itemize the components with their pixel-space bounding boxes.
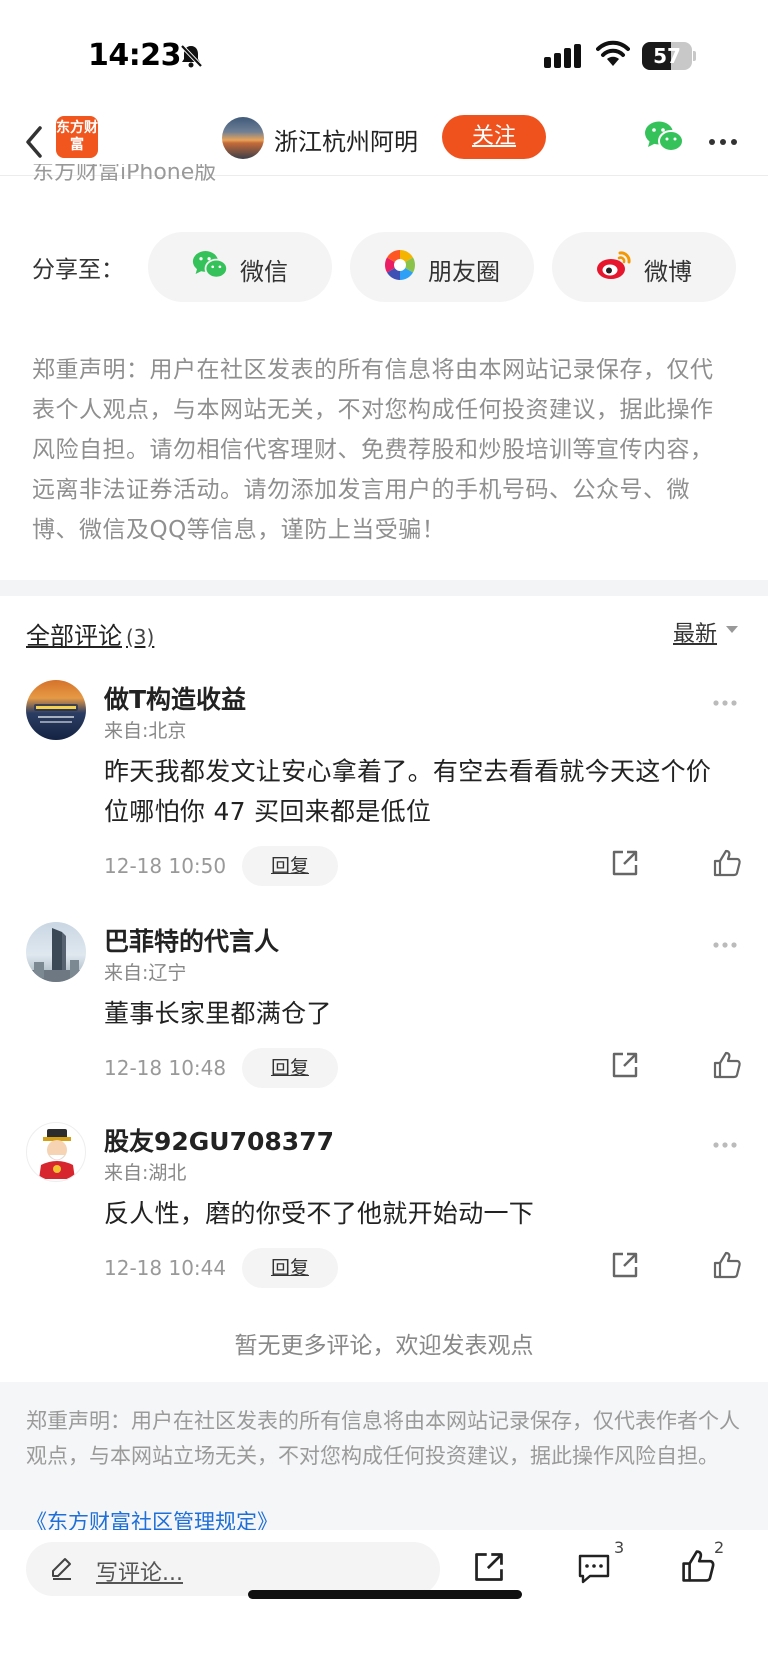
- author-avatar[interactable]: [222, 117, 264, 159]
- share-weibo-label: 微博: [644, 258, 692, 286]
- reply-button[interactable]: 回复: [242, 1248, 338, 1288]
- comment-icon[interactable]: [576, 1552, 612, 1590]
- comment-text: 昨天我都发文让安心拿着了。有空去看看就今天这个价位哪怕你 47 买回来都是低位: [104, 757, 712, 826]
- share-icon[interactable]: [610, 848, 640, 882]
- wifi-icon: [596, 40, 630, 72]
- app-logo[interactable]: 东方财富: [56, 116, 98, 158]
- commenter-location: 来自:辽宁: [104, 962, 187, 984]
- share-icon[interactable]: [610, 1050, 640, 1084]
- comment-time: 12-18 10:48: [104, 1056, 227, 1080]
- comment-time: 12-18 10:50: [104, 854, 227, 878]
- commenter-avatar[interactable]: [26, 680, 86, 740]
- follow-button[interactable]: 关注: [442, 115, 546, 159]
- more-options-icon[interactable]: [708, 132, 738, 151]
- disclaimer-bottom-text: 郑重声明：用户在社区发表的所有信息将由本网站记录保存，仅代表作者个人观点，与本网…: [26, 1409, 740, 1468]
- caret-down-icon[interactable]: [726, 626, 738, 633]
- reply-button[interactable]: 回复: [242, 846, 338, 886]
- commenter-location: 来自:北京: [104, 720, 187, 742]
- no-more-comments: 暂无更多评论，欢迎发表观点: [234, 1333, 534, 1359]
- status-time: 14:23: [88, 38, 182, 73]
- weibo-icon: [596, 249, 632, 285]
- source-text: 东方财富iPhone版: [32, 164, 217, 185]
- commenter-name[interactable]: 巴菲特的代言人: [104, 922, 279, 958]
- wechat-icon[interactable]: [644, 120, 684, 158]
- more-options-icon[interactable]: [712, 934, 738, 953]
- bell-muted-icon: [180, 44, 203, 72]
- share-moments-label: 朋友圈: [428, 258, 500, 286]
- section-divider: [0, 580, 768, 596]
- share-wechat-label: 微信: [240, 258, 288, 286]
- comments-title[interactable]: 全部评论 (3): [26, 616, 154, 651]
- disclaimer-text: 郑重声明：用户在社区发表的所有信息将由本网站记录保存，仅代表个人观点，与本网站无…: [32, 357, 714, 543]
- share-moments-button[interactable]: 朋友圈: [350, 232, 534, 302]
- commenter-name[interactable]: 做T构造收益: [104, 680, 246, 716]
- community-rules-link[interactable]: 《东方财富社区管理规定》: [26, 1508, 278, 1530]
- share-label: 分享至：: [32, 257, 124, 283]
- comment-count: 3: [614, 1538, 625, 1557]
- moments-icon: [384, 249, 416, 285]
- sort-dropdown[interactable]: 最新: [673, 616, 717, 648]
- like-icon[interactable]: [712, 1250, 742, 1284]
- commenter-name[interactable]: 股友92GU708377: [104, 1122, 334, 1158]
- share-icon[interactable]: [472, 1550, 506, 1588]
- battery-icon: 57: [642, 42, 696, 70]
- pencil-icon: [50, 1556, 74, 1584]
- status-bar: 14:23 57: [0, 0, 768, 108]
- comments-count: (3): [126, 625, 155, 649]
- signal-icon: [544, 44, 584, 72]
- comment-text: 董事长家里都满仓了: [104, 999, 332, 1028]
- share-icon[interactable]: [610, 1250, 640, 1284]
- like-count: 2: [714, 1538, 725, 1557]
- comments-title-label: 全部评论: [26, 622, 122, 650]
- home-indicator: [248, 1590, 522, 1599]
- share-wechat-button[interactable]: 微信: [148, 232, 332, 302]
- share-weibo-button[interactable]: 微博: [552, 232, 736, 302]
- comment-time: 12-18 10:44: [104, 1256, 227, 1280]
- commenter-avatar[interactable]: [26, 922, 86, 982]
- comment-placeholder: 写评论...: [96, 1561, 183, 1586]
- wechat-icon: [192, 249, 228, 285]
- comment-input[interactable]: 写评论...: [26, 1542, 440, 1596]
- more-options-icon[interactable]: [712, 1134, 738, 1153]
- commenter-avatar[interactable]: [26, 1122, 86, 1182]
- reply-button[interactable]: 回复: [242, 1048, 338, 1088]
- like-icon[interactable]: [712, 848, 742, 882]
- battery-level: 57: [653, 44, 681, 68]
- comment-text: 反人性，磨的你受不了他就开始动一下: [104, 1199, 535, 1228]
- back-icon[interactable]: [20, 122, 48, 166]
- bottom-action-bar: 写评论... 3 2: [0, 1530, 768, 1669]
- like-icon[interactable]: [680, 1548, 716, 1588]
- like-icon[interactable]: [712, 1050, 742, 1084]
- commenter-location: 来自:湖北: [104, 1162, 187, 1184]
- more-options-icon[interactable]: [712, 692, 738, 711]
- author-name[interactable]: 浙江杭州阿明: [274, 122, 418, 157]
